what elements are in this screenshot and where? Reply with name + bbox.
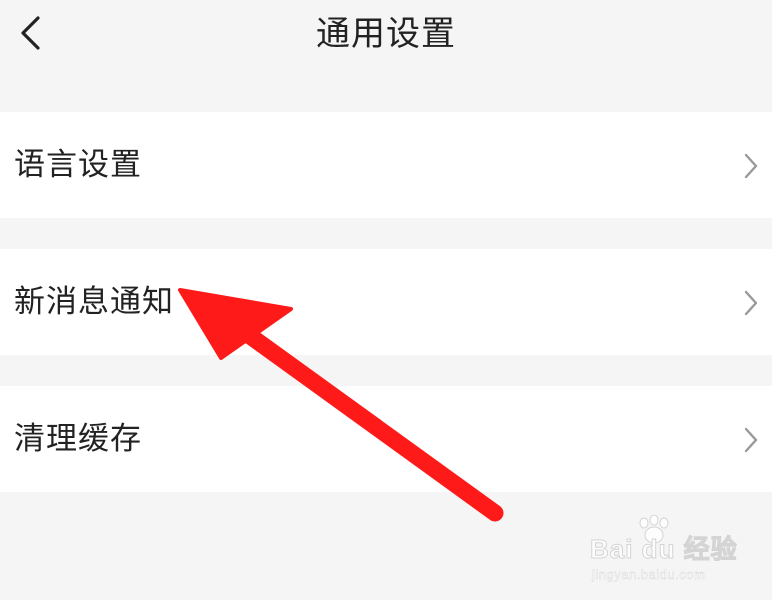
chevron-right-icon [744,290,758,316]
chevron-left-icon [21,16,40,50]
nav-header: 通用设置 [0,0,772,70]
settings-item-label: 新消息通知 [14,284,174,320]
chevron-right-icon [744,153,758,179]
baidu-jingyan-watermark: Bai du 经验 jingyan.baidu.com [590,515,740,585]
chevron-right-icon [744,427,758,453]
settings-item-notifications[interactable]: 新消息通知 [0,249,772,355]
settings-item-label: 清理缓存 [14,421,142,457]
general-settings-screen: 通用设置 语言设置 新消息通知 清理缓存 Bai du 经验 jingyan.b… [0,0,772,600]
watermark-brand: Bai du 经验 [590,534,738,565]
page-title: 通用设置 [316,14,456,54]
settings-item-label: 语言设置 [14,147,142,183]
watermark-url: jingyan.baidu.com [592,567,706,582]
settings-item-clear-cache[interactable]: 清理缓存 [0,386,772,492]
settings-item-language[interactable]: 语言设置 [0,112,772,218]
back-button[interactable] [8,10,54,56]
